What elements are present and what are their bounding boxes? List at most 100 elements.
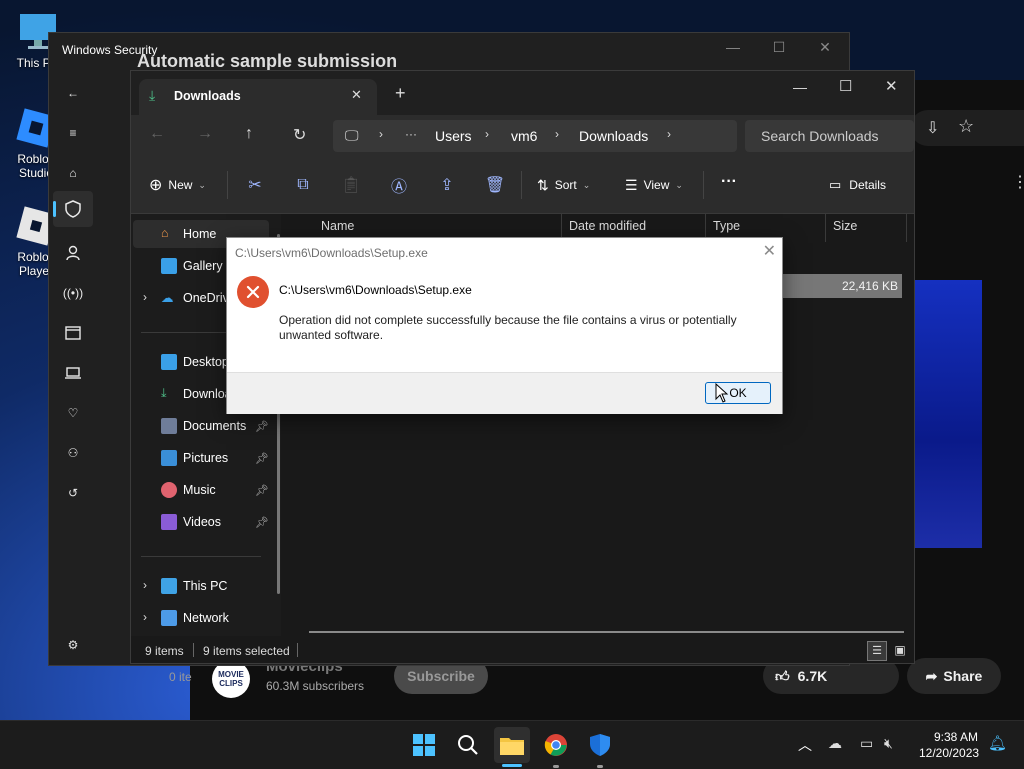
dialog-heading: C:\Users\vm6\Downloads\Setup.exe [279,283,472,297]
error-icon [237,276,269,308]
chevron-right-icon[interactable]: › [143,578,147,592]
chrome-icon[interactable] [538,727,574,768]
details-view-icon[interactable]: ☰ [867,641,887,661]
view-button[interactable]: ☰ View ⌄ [625,173,683,197]
chevron-down-icon: ⌄ [198,179,206,190]
column-header-name[interactable]: Name [321,219,354,233]
sidebar-item-documents[interactable]: Documents [161,412,246,440]
see-more-button[interactable]: ··· [721,173,737,191]
sidebar-item-home[interactable]: ⌂ Home [161,220,216,248]
windows-security-icon[interactable] [582,727,618,768]
start-icon[interactable] [406,727,442,763]
pin-icon: 📌︎ [255,421,269,433]
minimize-button[interactable]: — [793,79,807,95]
tab-downloads[interactable]: ⤓ Downloads ✕ [139,79,377,115]
breadcrumb-more[interactable]: ··· [405,127,417,141]
chevron-right-icon[interactable]: › [667,127,671,141]
share-button[interactable]: ➦ Share [907,658,1001,694]
back-arrow-icon[interactable]: ← [61,81,85,105]
dialog-title: C:\Users\vm6\Downloads\Setup.exe [235,246,428,260]
paste-icon[interactable]: 📋︎ [339,173,363,197]
sidebar-item-onedrive[interactable]: ☁ OneDrive [161,284,236,312]
sidebar-item-network[interactable]: Network [161,604,229,632]
wireless-icon[interactable]: ((•)) [61,281,85,305]
tab-close-icon[interactable]: ✕ [351,87,362,103]
sidebar-item-label: This PC [183,579,228,593]
shield-icon[interactable] [61,197,85,221]
minimize-button[interactable]: — [719,39,747,55]
new-tab-button[interactable]: + [395,83,406,104]
volume-muted-icon[interactable]: 🔇︎ [884,735,893,752]
health-heart-icon[interactable]: ♡ [61,401,85,425]
chevron-down-icon: ⌄ [582,179,591,190]
close-button[interactable]: ✕ [811,39,839,56]
subscriber-count: 60.3M subscribers [266,679,365,693]
sidebar-item-this-pc[interactable]: This PC [161,572,227,600]
clock-date[interactable]: 12/20/2023 [919,746,979,760]
settings-gear-icon[interactable]: ⚙ [61,633,85,657]
tiles-view-icon[interactable]: ▣ [891,641,909,659]
horizontal-scrollbar[interactable] [309,631,904,633]
breadcrumb-users[interactable]: Users [435,128,472,144]
app-browser-control-icon[interactable] [61,321,85,345]
home-icon[interactable]: ⌂ [61,161,85,185]
like-count: 6.7K [797,668,828,684]
column-separator [825,214,826,242]
clock-time[interactable]: 9:38 AM [934,730,978,744]
sidebar-item-music[interactable]: Music [161,476,216,504]
more-vert-icon[interactable]: ⋮ [1012,172,1024,192]
network-disconnected-icon[interactable]: ▭ [860,735,873,752]
breadcrumb-downloads[interactable]: Downloads [579,128,648,144]
breadcrumb-vm6[interactable]: vm6 [511,128,537,144]
share-icon[interactable]: ⇪ [435,173,459,197]
search-box[interactable]: Search Downloads [745,120,914,152]
taskbar: ︿ ☁ ▭ 🔇︎ 9:38 AM 12/20/2023 🔔︎ [0,720,1024,769]
sidebar-item-pictures[interactable]: Pictures [161,444,228,472]
background-status-partial: 0 ite [169,670,192,684]
column-header-date-modified[interactable]: Date modified [569,219,646,233]
address-bar[interactable]: 🖵︎ › ··· Users › vm6 › Downloads › [333,120,737,152]
bookmark-star-icon[interactable]: ☆ [958,116,974,137]
sidebar-item-desktop[interactable]: Desktop [161,348,229,376]
details-button[interactable]: ▭ Details [829,173,886,197]
file-explorer-icon[interactable] [494,727,530,767]
copy-icon[interactable]: ⧉ [291,173,315,197]
column-header-size[interactable]: Size [833,219,857,233]
chevron-up-icon[interactable]: ︿ [798,735,812,755]
new-label: New [168,178,193,192]
ok-label: OK [729,386,747,400]
cut-icon[interactable]: ✂ [243,173,267,197]
column-header-type[interactable]: Type [713,219,740,233]
up-arrow-icon[interactable]: ↑ [245,125,253,143]
details-pane-icon: ▭ [829,177,842,192]
refresh-icon[interactable]: ↻ [293,125,306,145]
forward-arrow-icon[interactable]: → [197,125,213,143]
new-button[interactable]: ⊕ New ⌄ [149,173,206,197]
chevron-right-icon[interactable]: › [143,290,147,304]
sort-button[interactable]: ⇅ Sort ⌄ [537,173,590,197]
sidebar-item-videos[interactable]: Videos [161,508,221,536]
search-icon[interactable] [450,727,486,763]
view-icon: ☰ [625,176,638,193]
rename-icon[interactable]: Ⓐ [387,173,411,197]
hamburger-menu-icon[interactable]: ≡ [61,121,85,145]
maximize-button[interactable]: ☐ [839,77,852,95]
account-icon[interactable] [61,241,85,265]
device-security-icon[interactable] [61,361,85,385]
explorer-tab-bar: ⤓ Downloads ✕ + — ☐ ✕ [131,71,914,115]
close-button[interactable]: ✕ [885,77,898,95]
browser-toolbar: ⇩ ☆ [910,110,1024,146]
chevron-right-icon[interactable]: › [143,610,147,624]
sidebar-item-gallery[interactable]: Gallery [161,252,223,280]
dialog-close-icon[interactable]: ✕ [763,241,776,261]
history-icon[interactable]: ↺ [61,481,85,505]
notification-bell-icon[interactable]: 🔔︎ [988,734,1007,752]
toolbar-divider [227,171,228,199]
delete-icon[interactable]: 🗑︎ [483,173,507,197]
family-options-icon[interactable]: ⚇ [61,441,85,465]
page-title-partial: Automatic sample submission [137,51,398,71]
download-icon[interactable]: ⇩ [926,118,939,138]
maximize-button[interactable]: ☐ [765,39,793,56]
back-arrow-icon[interactable]: ← [149,125,165,143]
onedrive-offline-icon[interactable]: ☁ [828,735,842,752]
